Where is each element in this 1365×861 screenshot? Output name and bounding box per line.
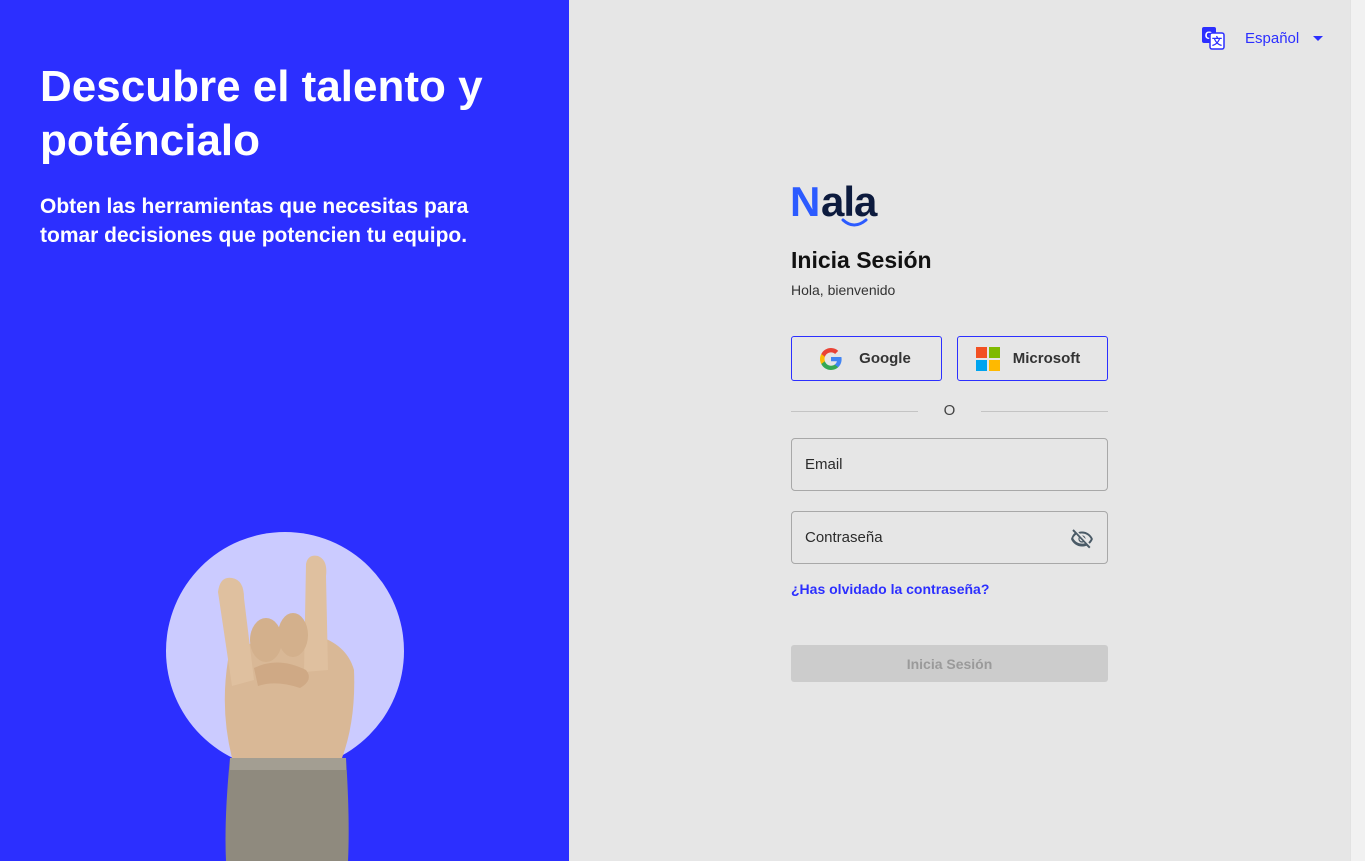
hero-title: Descubre el talento y poténcialo: [40, 62, 483, 165]
chevron-down-icon: [1313, 35, 1324, 41]
hero-subtitle: Obten las herramientas que necesitas par…: [40, 195, 469, 247]
nala-logo: N ala: [790, 178, 879, 227]
microsoft-signin-button[interactable]: Microsoft: [957, 336, 1108, 381]
login-title: Inicia Sesión: [791, 247, 932, 273]
language-selector[interactable]: G 文 Español: [1201, 25, 1324, 51]
login-panel: [569, 0, 1350, 861]
forgot-password-link[interactable]: ¿Has olvidado la contraseña?: [791, 581, 989, 597]
language-label: Español: [1245, 29, 1300, 47]
translate-icon: G 文: [1202, 27, 1225, 50]
svg-text:N: N: [790, 178, 820, 225]
or-divider: O: [791, 401, 1108, 421]
password-field-wrapper: [791, 511, 1108, 564]
google-signin-button[interactable]: Google: [791, 336, 942, 381]
login-submit-button[interactable]: Inicia Sesión: [791, 645, 1108, 682]
email-field[interactable]: [792, 439, 1107, 490]
divider-line-right: [981, 411, 1108, 412]
google-button-label: Google: [859, 350, 911, 367]
password-field[interactable]: [792, 512, 1107, 563]
scrollbar[interactable]: [1350, 0, 1365, 861]
svg-text:文: 文: [1212, 35, 1223, 48]
svg-text:ala: ala: [821, 178, 878, 225]
google-icon: [820, 347, 842, 370]
microsoft-button-label: Microsoft: [1012, 350, 1081, 367]
email-field-wrapper: [791, 438, 1108, 491]
microsoft-icon: [976, 346, 1000, 371]
login-subtitle: Hola, bienvenido: [791, 282, 896, 298]
rock-hand-illustration: [166, 532, 404, 861]
hero-panel: Descubre el talento y poténcialo Obten l…: [0, 0, 569, 861]
eye-off-icon[interactable]: [1070, 527, 1094, 551]
